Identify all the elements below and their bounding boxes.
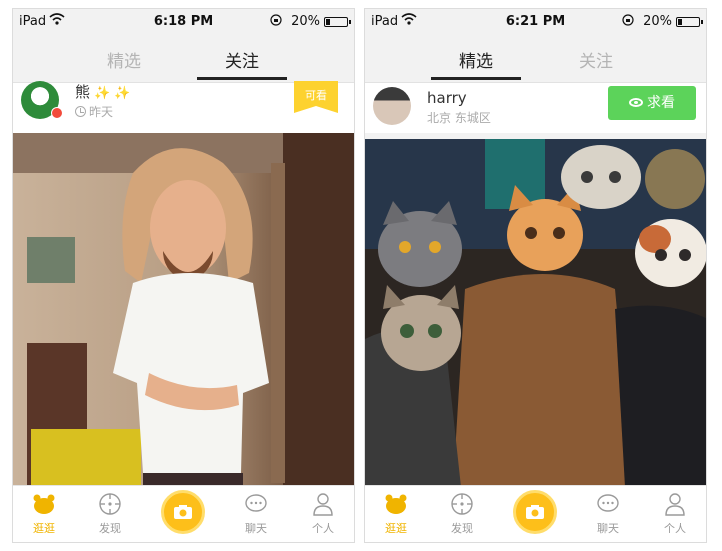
tab-featured[interactable]: 精选 <box>79 47 169 72</box>
left-phone-screen: iPad 6:18 PM 20% 精选 关注 熊 ✨ ✨ 昨天 可看 逛逛 发现… <box>12 8 355 543</box>
tab-following[interactable]: 关注 <box>551 47 641 72</box>
active-tab-indicator <box>197 77 287 80</box>
battery-icon <box>324 17 351 27</box>
person-icon <box>313 493 333 516</box>
status-bar: iPad 6:21 PM 20% <box>365 9 706 33</box>
calico-cat-mask <box>635 219 706 287</box>
camera-icon <box>174 505 192 519</box>
post-time: 昨天 <box>75 103 113 120</box>
rotation-lock-icon <box>270 14 282 26</box>
request-view-label: 求看 <box>647 95 675 111</box>
post-header: harry 北京 东城区 求看 <box>365 83 706 133</box>
nav-home-label: 逛逛 <box>385 522 407 535</box>
nav-profile-label: 个人 <box>312 522 334 535</box>
eye-icon <box>629 98 643 107</box>
grey-cat-mask <box>378 201 462 287</box>
battery-percent: 20% <box>291 14 320 29</box>
bottom-nav: 逛逛 发现 聊天 个人 <box>13 485 354 542</box>
post-time-text: 昨天 <box>89 105 114 119</box>
username[interactable]: harry <box>427 89 467 107</box>
location-text: 北京 东城区 <box>427 111 491 125</box>
nav-chat[interactable]: 聊天 <box>583 492 633 536</box>
rotation-lock-icon <box>622 14 634 26</box>
selfie-photo-illustration <box>13 133 354 487</box>
cat-mask-group-photo-illustration <box>365 139 706 487</box>
nav-discover-label: 发现 <box>451 522 473 535</box>
tab-featured[interactable]: 精选 <box>431 47 521 80</box>
tab-following-label: 关注 <box>225 52 259 72</box>
tab-following[interactable]: 关注 <box>197 47 287 80</box>
bear-icon <box>385 494 407 514</box>
camera-button[interactable] <box>161 490 205 534</box>
avatar[interactable] <box>373 87 411 125</box>
nav-discover-label: 发现 <box>99 522 121 535</box>
camera-button[interactable] <box>513 490 557 534</box>
right-phone-screen: iPad 6:21 PM 20% 精选 关注 harry 北京 东城区 求看 逛… <box>364 8 707 543</box>
bear-icon <box>33 494 55 514</box>
nav-home[interactable]: 逛逛 <box>19 492 69 536</box>
camera-icon <box>526 505 544 519</box>
feed-tabs: 精选 关注 <box>365 33 706 83</box>
battery-percent: 20% <box>643 14 672 29</box>
nav-profile-label: 个人 <box>664 522 686 535</box>
nav-home-label: 逛逛 <box>33 522 55 535</box>
nav-chat-label: 聊天 <box>597 522 619 535</box>
compass-icon <box>451 493 473 515</box>
chat-bubble-icon <box>597 494 619 512</box>
fire-badge-icon <box>51 107 63 119</box>
silver-cat-mask <box>561 145 641 209</box>
nav-profile[interactable]: 个人 <box>298 492 348 536</box>
post-photo[interactable] <box>13 133 354 487</box>
battery-icon <box>676 17 703 27</box>
post-photo[interactable] <box>365 139 706 487</box>
nav-discover[interactable]: 发现 <box>85 492 135 536</box>
username-text: 熊 <box>75 83 91 101</box>
chat-bubble-icon <box>245 494 267 512</box>
nav-discover[interactable]: 发现 <box>437 492 487 536</box>
username[interactable]: 熊 ✨ ✨ <box>75 81 131 102</box>
viewable-ribbon: 可看 <box>294 81 338 113</box>
nav-profile[interactable]: 个人 <box>650 492 700 536</box>
clock-icon <box>75 106 86 117</box>
tab-featured-label: 精选 <box>459 52 493 72</box>
status-bar: iPad 6:18 PM 20% <box>13 9 354 33</box>
nav-chat-label: 聊天 <box>245 522 267 535</box>
sparkle-icon: ✨ ✨ <box>94 86 131 101</box>
active-tab-indicator <box>431 77 521 80</box>
request-view-button[interactable]: 求看 <box>608 86 696 120</box>
nav-chat[interactable]: 聊天 <box>231 492 281 536</box>
feed-tabs: 精选 关注 <box>13 33 354 83</box>
person-icon <box>665 493 685 516</box>
compass-icon <box>99 493 121 515</box>
post-header: 熊 ✨ ✨ 昨天 可看 <box>13 81 354 133</box>
tabby-cat-mask <box>381 285 461 371</box>
nav-home[interactable]: 逛逛 <box>371 492 421 536</box>
bottom-nav: 逛逛 发现 聊天 个人 <box>365 485 706 542</box>
